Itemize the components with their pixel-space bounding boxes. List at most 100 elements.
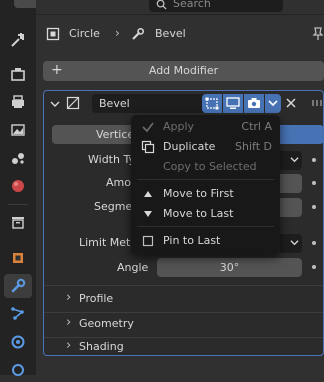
- object-icon: [13, 253, 23, 263]
- menu-label-pin-to-last: Pin to Last: [163, 234, 221, 247]
- drag-handle[interactable]: [312, 100, 324, 106]
- vertices-tab-label: Vertice: [96, 128, 135, 141]
- segments-field[interactable]: [280, 198, 302, 217]
- scene-icon: [12, 153, 24, 164]
- camera-icon: [248, 98, 260, 108]
- keyframe-dot[interactable]: [312, 241, 316, 245]
- search-field[interactable]: Search: [149, 0, 283, 12]
- triangle-down-icon: [144, 211, 152, 217]
- angle-label: Angle: [117, 261, 149, 274]
- breadcrumb: Circle › Bevel: [36, 22, 324, 46]
- keyframe-dot[interactable]: [312, 205, 316, 209]
- menu-item-pin-to-last[interactable]: Pin to Last: [131, 231, 280, 251]
- subpanel-geometry-label: Geometry: [79, 317, 134, 330]
- scene-tab[interactable]: [4, 146, 32, 170]
- shortcut-duplicate: Shift D: [235, 140, 272, 153]
- menu-item-move-to-last[interactable]: Move to Last: [131, 204, 280, 224]
- search-placeholder: Search: [173, 0, 211, 10]
- chevron-down-icon: [290, 240, 299, 246]
- collection-box-icon: [12, 217, 24, 229]
- wrench-icon: [11, 278, 26, 293]
- top-bar: Search: [36, 0, 324, 14]
- viewport-toggle[interactable]: [223, 94, 243, 113]
- render-toggle[interactable]: [244, 94, 264, 113]
- chevron-down-icon: [268, 100, 278, 107]
- object-tab[interactable]: [4, 246, 32, 270]
- edit-mode-toggle[interactable]: [202, 94, 222, 113]
- add-modifier-label: Add Modifier: [148, 64, 219, 77]
- subpanel-geometry[interactable]: › Geometry: [44, 313, 323, 335]
- menu-item-duplicate[interactable]: Duplicate Shift D: [131, 137, 280, 157]
- limit-method-label: Limit Meth: [79, 236, 138, 249]
- keyframe-dot[interactable]: [312, 158, 316, 162]
- world-tab[interactable]: [4, 174, 32, 198]
- camera-back-icon: [11, 68, 25, 81]
- check-icon: [142, 122, 154, 133]
- menu-label-apply: Apply: [163, 120, 195, 133]
- world-icon: [12, 180, 24, 192]
- chevron-right-icon: ›: [66, 290, 72, 305]
- modifier-tab[interactable]: [4, 274, 32, 298]
- triangle-up-icon: [144, 191, 152, 197]
- menu-label-move-to-first: Move to First: [163, 187, 234, 200]
- view-layer-tab[interactable]: [4, 118, 32, 142]
- chevron-right-icon: ›: [66, 338, 72, 353]
- subpanel-shading-label: Shading: [79, 340, 124, 353]
- amount-field[interactable]: [280, 174, 302, 193]
- output-tab[interactable]: [4, 90, 32, 114]
- limit-method-dropdown[interactable]: [280, 234, 302, 253]
- modifier-options-dropdown[interactable]: [265, 94, 281, 113]
- tool-tab[interactable]: [4, 28, 32, 52]
- subpanel-profile[interactable]: › Profile: [44, 288, 323, 310]
- modifier-options-menu: Apply Ctrl A Duplicate Shift D Copy to S…: [131, 115, 280, 254]
- separator: [44, 285, 323, 286]
- collection-tab[interactable]: [4, 210, 32, 234]
- menu-separator: [137, 226, 274, 227]
- duplicate-icon: [141, 140, 155, 154]
- particles-tab[interactable]: [4, 302, 32, 326]
- bevel-modifier-icon: [66, 96, 80, 110]
- chevron-right-icon: ›: [66, 315, 72, 330]
- render-tab[interactable]: [4, 62, 32, 86]
- monitor-icon: [226, 97, 240, 109]
- chevron-down-icon: [290, 157, 299, 163]
- modifier-name-field[interactable]: Bevel: [92, 94, 206, 113]
- particles-icon: [11, 307, 24, 320]
- angle-value: 30°: [219, 261, 240, 274]
- printer-icon: [12, 95, 24, 108]
- keyframe-dot[interactable]: [312, 181, 316, 185]
- header-separator: [36, 14, 324, 15]
- constraint-icon: [12, 364, 24, 376]
- keyframe-dot[interactable]: [312, 265, 316, 269]
- modifier-wrench-icon: [132, 27, 145, 40]
- menu-label-copy-to-selected: Copy to Selected: [163, 160, 257, 173]
- properties-tab-strip: [0, 0, 40, 376]
- width-type-dropdown[interactable]: [280, 151, 302, 170]
- menu-label-move-to-last: Move to Last: [163, 207, 234, 220]
- menu-item-move-to-first[interactable]: Move to First: [131, 184, 280, 204]
- image-icon: [11, 124, 25, 136]
- affect-edges-tab[interactable]: [280, 125, 324, 144]
- segments-label: Segme: [94, 200, 133, 213]
- tool-icon: [11, 33, 24, 47]
- menu-separator: [137, 179, 274, 180]
- tab-separator: [8, 204, 28, 205]
- collapse-arrow-icon[interactable]: [50, 99, 60, 109]
- physics-tab[interactable]: [4, 330, 32, 354]
- mesh-object-icon: [46, 27, 60, 41]
- menu-item-apply[interactable]: Apply Ctrl A: [131, 117, 280, 137]
- width-type-label: Width Ty: [88, 153, 135, 166]
- search-icon: [156, 0, 167, 10]
- breadcrumb-object: Circle: [69, 27, 100, 40]
- menu-label-duplicate: Duplicate: [163, 140, 216, 153]
- pin-icon[interactable]: [312, 27, 324, 41]
- breadcrumb-modifier: Bevel: [155, 27, 186, 40]
- subpanel-shading[interactable]: › Shading: [44, 338, 323, 356]
- subpanel-profile-label: Profile: [79, 292, 114, 305]
- angle-field[interactable]: 30°: [157, 258, 302, 277]
- menu-item-copy-to-selected[interactable]: Copy to Selected: [131, 157, 280, 177]
- checkbox-icon: [142, 235, 154, 247]
- add-modifier-button[interactable]: + Add Modifier: [43, 61, 324, 81]
- close-icon[interactable]: [286, 98, 296, 108]
- constraints-tab[interactable]: [4, 358, 32, 382]
